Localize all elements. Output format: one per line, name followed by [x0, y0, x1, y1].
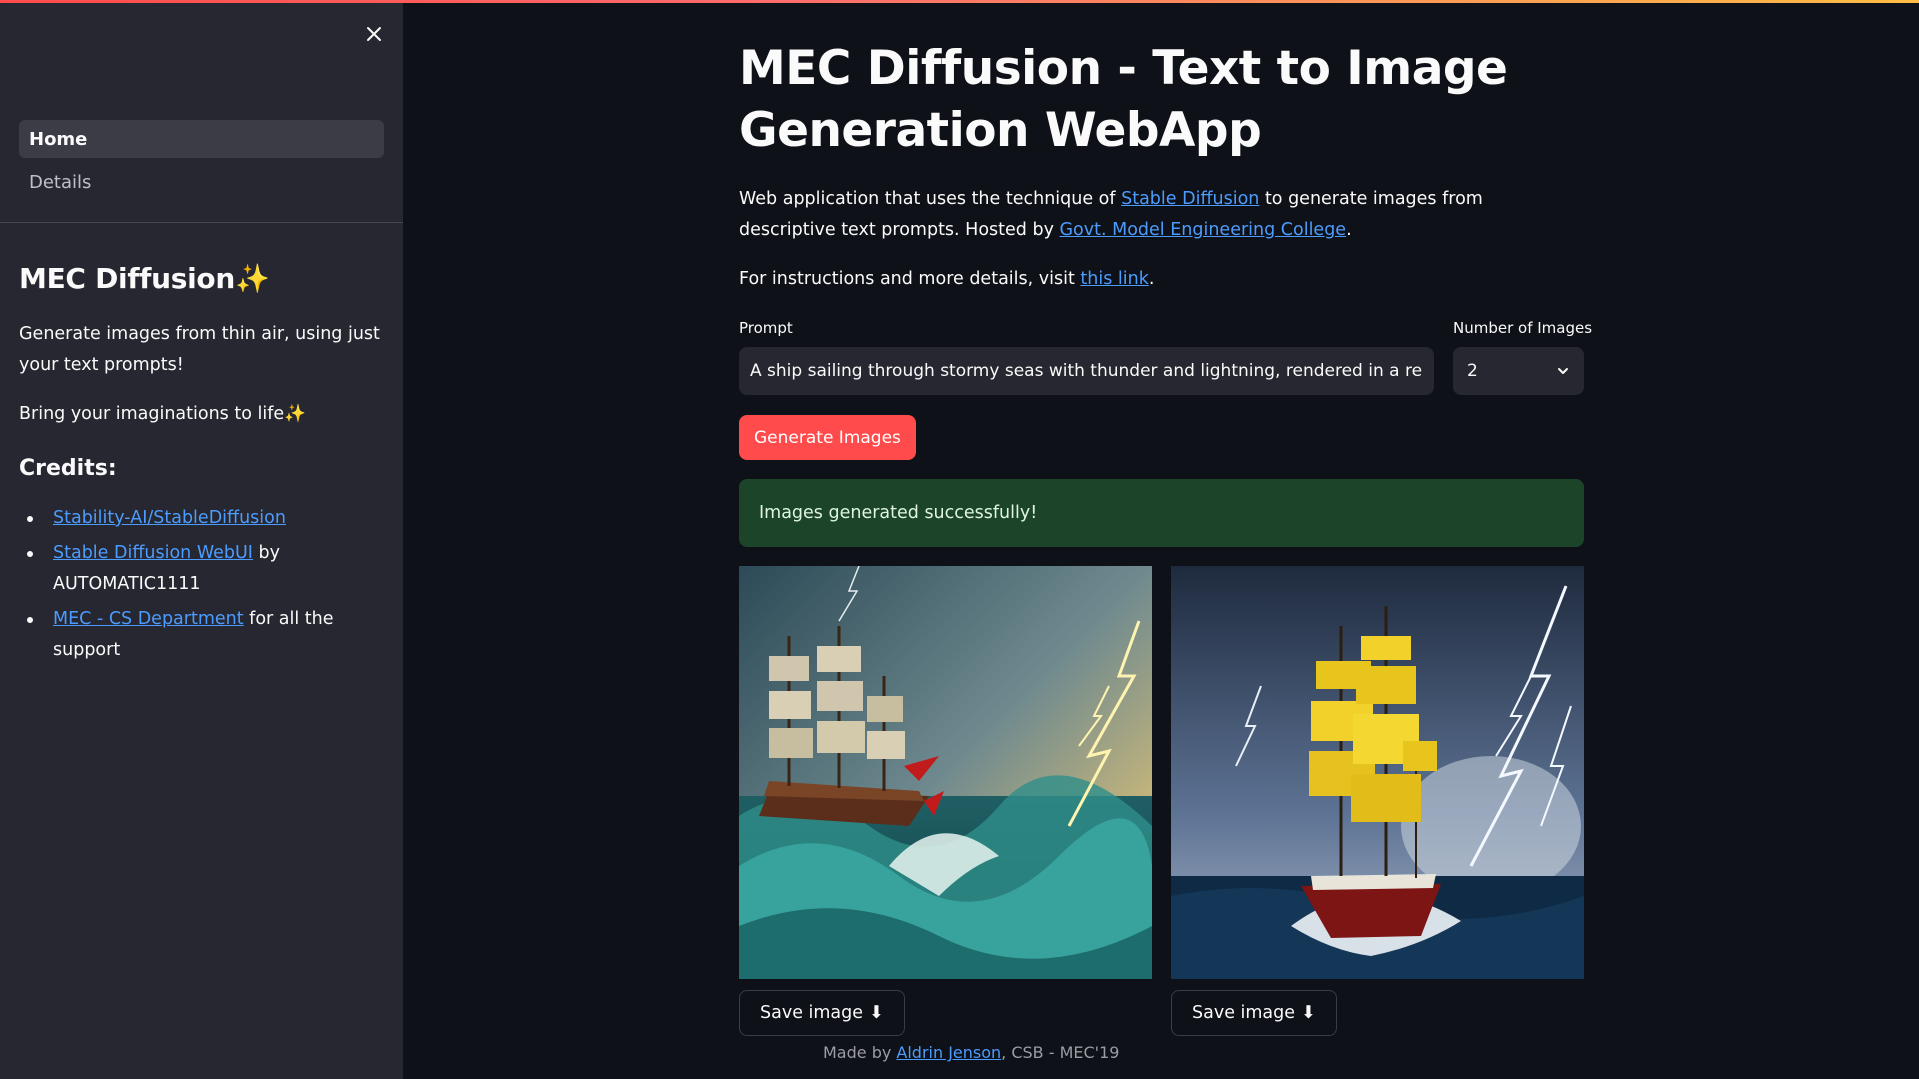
- credit-link-mec-cs[interactable]: MEC - CS Department: [53, 609, 244, 629]
- sidebar-nav: Home Details: [19, 120, 384, 206]
- page-title: MEC Diffusion - Text to Image Generation…: [739, 41, 1508, 158]
- description: Web application that uses the technique …: [739, 184, 1584, 246]
- credit-link-stability-ai[interactable]: Stability-AI/StableDiffusion: [53, 508, 286, 528]
- desc-text-a: Web application that uses the technique …: [739, 189, 1122, 209]
- download-icon: ⬇: [1301, 1003, 1316, 1023]
- generated-image-2[interactable]: [1171, 566, 1584, 979]
- sparkles-icon: ✨: [234, 262, 270, 295]
- author-link[interactable]: Aldrin Jenson: [896, 1043, 1001, 1062]
- sidebar-bring-text: Bring your imaginations to life✨: [19, 399, 387, 430]
- sidebar: Home Details MEC Diffusion✨ Generate ima…: [0, 0, 403, 1079]
- sidebar-title: MEC Diffusion✨: [19, 262, 387, 295]
- generated-image-2-graphic: [1171, 566, 1584, 979]
- close-icon: [367, 27, 381, 41]
- credit-link-webui[interactable]: Stable Diffusion WebUI: [53, 543, 253, 563]
- save-image-button-1[interactable]: Save image ⬇: [739, 990, 905, 1036]
- footer: Made by Aldrin Jenson, CSB - MEC'19: [823, 1043, 1119, 1062]
- num-images-select[interactable]: 2: [1453, 347, 1584, 395]
- success-text: Images generated successfully!: [759, 503, 1038, 523]
- success-alert: Images generated successfully!: [739, 479, 1584, 547]
- save-image-button-2[interactable]: Save image ⬇: [1171, 990, 1337, 1036]
- instr-text-a: For instructions and more details, visit: [739, 269, 1081, 289]
- nav-item-home[interactable]: Home: [19, 120, 384, 158]
- num-images-label: Number of Images: [1453, 319, 1593, 337]
- save-label: Save image: [1192, 1003, 1296, 1023]
- save-label: Save image: [760, 1003, 864, 1023]
- desc-text-c: .: [1346, 220, 1352, 240]
- chevron-down-icon: [1558, 368, 1568, 374]
- generated-image-1[interactable]: [739, 566, 1152, 979]
- footer-text-a: Made by: [823, 1043, 897, 1062]
- prompt-label: Prompt: [739, 319, 793, 337]
- download-icon: ⬇: [869, 1003, 884, 1023]
- prompt-input[interactable]: [739, 347, 1434, 395]
- credits-list: Stability-AI/StableDiffusion Stable Diff…: [19, 503, 387, 666]
- sparkles-icon: ✨: [284, 404, 306, 424]
- stable-diffusion-link[interactable]: Stable Diffusion: [1121, 189, 1259, 209]
- generated-image-1-graphic: [739, 566, 1152, 979]
- sidebar-close-button[interactable]: [360, 20, 388, 48]
- sidebar-content: MEC Diffusion✨ Generate images from thin…: [19, 262, 387, 670]
- credits-item: Stability-AI/StableDiffusion: [19, 503, 387, 534]
- credits-item: MEC - CS Department for all the support: [19, 604, 387, 666]
- sidebar-divider: [0, 222, 403, 223]
- gmec-link[interactable]: Govt. Model Engineering College: [1060, 220, 1347, 240]
- instr-text-b: .: [1148, 269, 1155, 289]
- bring-text: Bring your imaginations to life: [19, 404, 285, 424]
- credits-item: Stable Diffusion WebUI by AUTOMATIC1111: [19, 538, 387, 600]
- nav-item-details[interactable]: Details: [19, 163, 384, 201]
- credits-heading: Credits:: [19, 456, 117, 481]
- num-images-value: 2: [1467, 361, 1478, 381]
- instructions-text: For instructions and more details, visit…: [739, 264, 1154, 295]
- top-decoration-bar: [0, 0, 1919, 3]
- sidebar-tagline: Generate images from thin air, using jus…: [19, 324, 380, 375]
- instructions-link[interactable]: this link: [1080, 269, 1148, 289]
- generate-images-button[interactable]: Generate Images: [739, 415, 916, 460]
- sidebar-title-text: MEC Diffusion: [19, 262, 235, 295]
- footer-text-b: , CSB - MEC'19: [1001, 1043, 1120, 1062]
